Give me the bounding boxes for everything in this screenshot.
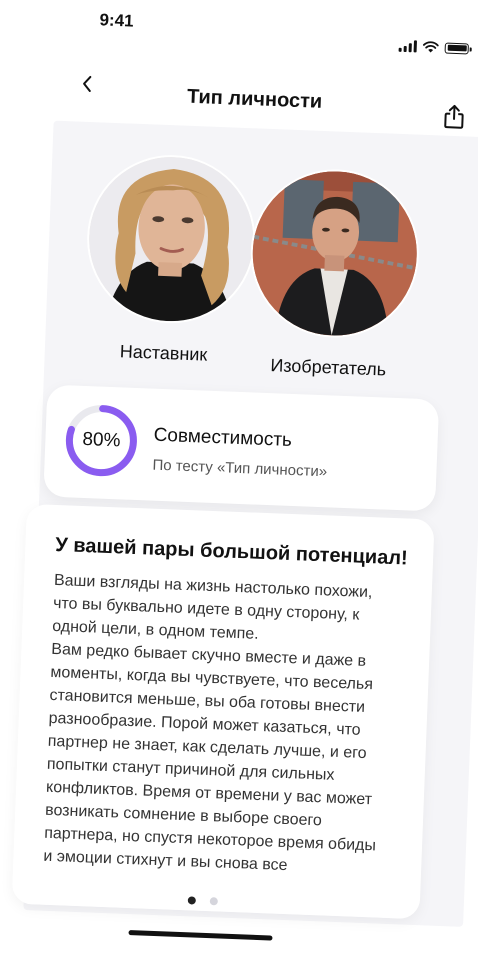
description-title: У вашей пары большой потенциал! — [54, 533, 409, 570]
description-card[interactable]: У вашей пары большой потенциал! Ваши взг… — [11, 503, 435, 920]
chevron-left-icon — [83, 75, 92, 92]
wifi-icon — [422, 41, 439, 53]
page-dot-2[interactable] — [209, 897, 218, 906]
page-dot-1[interactable] — [187, 896, 196, 905]
home-indicator[interactable] — [128, 930, 273, 941]
compatibility-percent: 80% — [82, 428, 121, 452]
back-button[interactable] — [77, 73, 98, 94]
share-icon — [444, 104, 464, 129]
battery-icon — [444, 42, 469, 54]
partner-label-2: Изобретатель — [270, 355, 387, 380]
cellular-signal-icon — [398, 40, 418, 53]
phone-screen: 9:41 Тип личности Наставник Изобретатель… — [0, 0, 478, 960]
screen-content: 9:41 Тип личности Наставник Изобретатель… — [0, 0, 478, 969]
description-body: Ваши взгляды на жизнь настолько похожи, … — [43, 571, 377, 875]
share-button[interactable] — [442, 103, 467, 130]
page-title: Тип личности — [186, 85, 323, 113]
partner-label-1: Наставник — [119, 341, 208, 365]
status-time: 9:41 — [99, 10, 134, 31]
page-indicator[interactable] — [187, 896, 218, 906]
status-icons — [398, 40, 469, 55]
